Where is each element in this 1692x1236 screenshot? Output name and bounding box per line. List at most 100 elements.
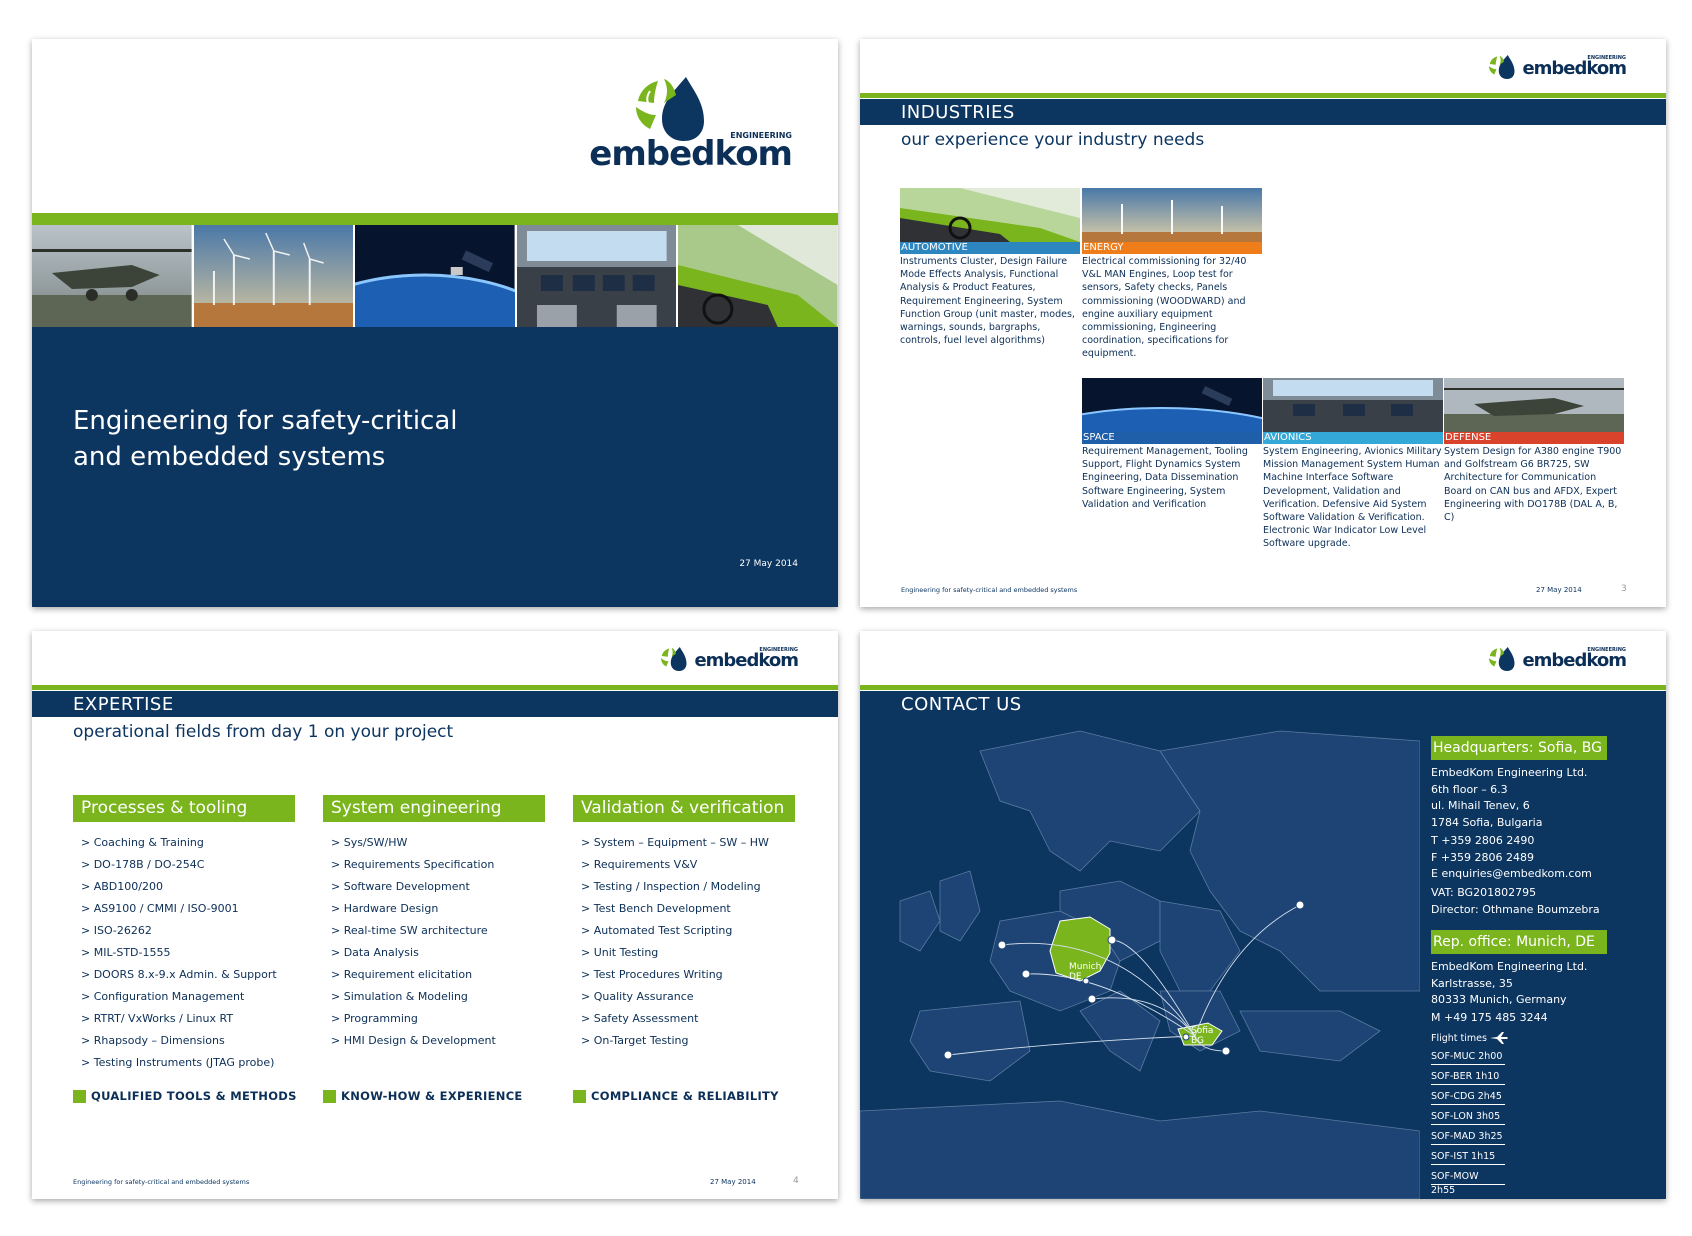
industry-description: System Design for A380 engine T900 and G…	[1444, 446, 1622, 524]
europe-map: Munich DE Sofia BG	[860, 730, 1420, 1199]
list-item: > Requirements Specification	[331, 858, 495, 871]
contact-slide: ENGINEERING embedkom CONTACT US Munich D…	[860, 631, 1666, 1199]
flight-times-label: Flight times	[1431, 1032, 1487, 1044]
industry-label: SPACE	[1082, 432, 1262, 444]
list-item: > ISO-26262	[81, 924, 152, 937]
map-label-de: DE	[1069, 972, 1082, 982]
flight-row: SOF-BER 1h10	[1431, 1070, 1505, 1085]
flight-row: SOF-LON 3h05	[1431, 1110, 1505, 1125]
industries-slide: ENGINEERING embedkom INDUSTRIES our expe…	[860, 39, 1666, 607]
cover-title-line-2: and embedded systems	[73, 442, 386, 472]
footer-date: 27 May 2014	[710, 1178, 756, 1186]
cover-date: 27 May 2014	[739, 559, 798, 569]
hq-address: EmbedKom Engineering Ltd. 6th floor – 6.…	[1431, 766, 1588, 829]
list-item: > Rhapsody – Dimensions	[81, 1034, 225, 1047]
list-item: > AS9100 / CMMI / ISO-9001	[81, 902, 239, 915]
list-item: > Requirements V&V	[581, 858, 698, 871]
industry-label: DEFENSE	[1444, 432, 1624, 444]
column-tag-label: QUALIFIED TOOLS & METHODS	[91, 1089, 297, 1103]
footer-text: Engineering for safety-critical and embe…	[901, 586, 1078, 594]
green-rule	[860, 685, 1666, 690]
list-item: > Test Bench Development	[581, 902, 731, 915]
brand-name: embedkom	[1522, 58, 1627, 79]
car-driver-photo	[678, 225, 838, 327]
embedkom-logo-icon	[1489, 55, 1515, 79]
industry-label: AUTOMOTIVE	[900, 242, 1080, 254]
list-item: > Automated Test Scripting	[581, 924, 733, 937]
column-heading: Validation & verification	[573, 795, 795, 822]
expertise-column-processes: Processes & tooling > Coaching & Trainin…	[73, 795, 296, 1103]
list-item: > Hardware Design	[331, 902, 439, 915]
section-subtitle: operational fields from day 1 on your pr…	[73, 722, 454, 742]
list-item: > Requirement elicitation	[331, 968, 473, 981]
energy-photo	[1082, 188, 1262, 242]
column-tag: QUALIFIED TOOLS & METHODS	[73, 1089, 297, 1103]
industry-automotive: AUTOMOTIVE Instruments Cluster, Design F…	[900, 188, 1080, 347]
industry-label: AVIONICS	[1263, 432, 1443, 444]
green-square-icon	[573, 1089, 586, 1103]
list-item: > On-Target Testing	[581, 1034, 689, 1047]
column-tag-label: KNOW-HOW & EXPERIENCE	[341, 1089, 523, 1103]
cockpit-photo	[516, 225, 677, 327]
cover-slide: ENGINEERING embedkom Engineering for saf…	[32, 39, 838, 607]
list-item: > Unit Testing	[581, 946, 659, 959]
cover-navy-panel: Engineering for safety-critical and embe…	[32, 327, 838, 607]
column-tag-label: COMPLIANCE & RELIABILITY	[591, 1089, 779, 1103]
list-item: > ABD100/200	[81, 880, 163, 893]
space-photo	[1082, 378, 1262, 432]
brand-name: embedkom	[1522, 650, 1627, 671]
rep-heading: Rep. office: Munich, DE	[1431, 930, 1607, 954]
flight-times-heading: Flight times	[1431, 1032, 1509, 1044]
list-item: > HMI Design & Development	[331, 1034, 496, 1047]
list-item: > Sys/SW/HW	[331, 836, 408, 849]
cover-title: Engineering for safety-critical and embe…	[73, 403, 458, 475]
industry-description: Instruments Cluster, Design Failure Mode…	[900, 256, 1075, 347]
list-item: > Programming	[331, 1012, 418, 1025]
automotive-photo	[900, 188, 1080, 242]
list-item: > Quality Assurance	[581, 990, 694, 1003]
brand-name: embedkom	[589, 134, 793, 174]
rep-address: EmbedKom Engineering Ltd. Karlstrasse, 3…	[1431, 960, 1588, 1006]
flight-row: SOF-MUC 2h00	[1431, 1050, 1505, 1065]
flight-row: SOF-IST 1h15	[1431, 1150, 1505, 1165]
page-number: 3	[1621, 584, 1627, 594]
footer-date: 27 May 2014	[1536, 586, 1582, 594]
hq-phones: T +359 2806 2490 F +359 2806 2489 E enqu…	[1431, 834, 1592, 880]
defense-photo	[1444, 378, 1624, 432]
list-item: > Testing / Inspection / Modeling	[581, 880, 761, 893]
list-item: > Data Analysis	[331, 946, 419, 959]
map-label-sofia: Sofia	[1191, 1026, 1213, 1036]
page-number: 4	[793, 1176, 799, 1186]
column-list: > System – Equipment – SW – HW > Require…	[573, 832, 795, 1052]
green-rule	[860, 93, 1666, 98]
map-label-munich: Munich	[1069, 962, 1101, 972]
list-item: > Safety Assessment	[581, 1012, 699, 1025]
avionics-photo	[1263, 378, 1443, 432]
map-label-bg: BG	[1191, 1036, 1204, 1046]
column-heading: Processes & tooling	[73, 795, 295, 822]
list-item: > System – Equipment – SW – HW	[581, 836, 769, 849]
flight-row: SOF-MOW 2h55	[1431, 1170, 1505, 1196]
embedkom-logo-icon	[661, 647, 687, 671]
list-item: > RTRT/ VxWorks / Linux RT	[81, 1012, 234, 1025]
expertise-column-system: System engineering > Sys/SW/HW > Require…	[323, 795, 545, 1103]
list-item: > DO-178B / DO-254C	[81, 858, 205, 871]
green-square-icon	[323, 1089, 336, 1103]
industry-photo-strip	[32, 225, 838, 327]
flight-row: SOF-CDG 2h45	[1431, 1090, 1505, 1105]
list-item: > DOORS 8.x-9.x Admin. & Support	[81, 968, 277, 981]
expertise-column-validation: Validation & verification > System – Equ…	[573, 795, 795, 1103]
brand-logo-small: ENGINEERING embedkom	[1486, 645, 1627, 673]
section-title: INDUSTRIES	[901, 102, 1015, 123]
embedkom-logo-icon	[1489, 647, 1515, 671]
wind-turbines-photo	[193, 225, 354, 327]
column-tag: COMPLIANCE & RELIABILITY	[573, 1089, 779, 1103]
industry-description: System Engineering, Avionics Military Mi…	[1263, 446, 1442, 550]
list-item: > Configuration Management	[81, 990, 245, 1003]
section-subtitle: our experience your industry needs	[901, 130, 1205, 150]
green-rule	[32, 213, 838, 225]
hq-registration: VAT: BG201802795 Director: Othmane Boumz…	[1431, 886, 1600, 916]
column-list: > Sys/SW/HW > Requirements Specification…	[323, 832, 545, 1052]
column-heading: System engineering	[323, 795, 545, 822]
list-item: > Software Development	[331, 880, 470, 893]
